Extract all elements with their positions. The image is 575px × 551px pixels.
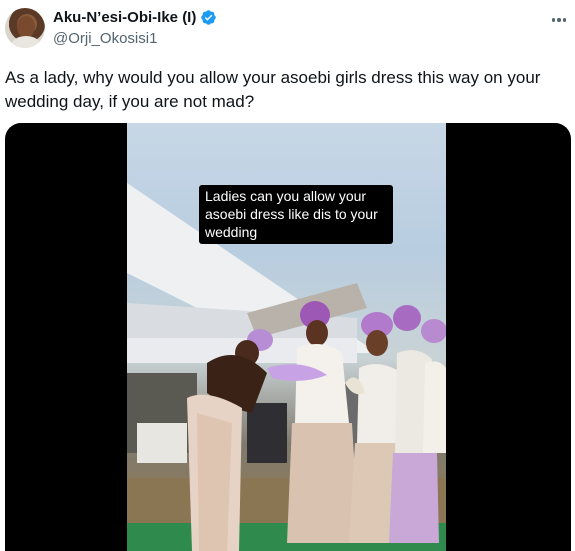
- author-handle[interactable]: @Orji_Okosisi1: [53, 30, 157, 47]
- avatar[interactable]: [5, 8, 45, 48]
- more-options-icon[interactable]: [549, 10, 569, 30]
- video-player[interactable]: Ladies can you allow your asoebi dress l…: [5, 123, 571, 551]
- author-name-row[interactable]: Aku-N’esi-Obi-Ike (I): [53, 9, 217, 26]
- caption-line: wedding: [205, 224, 258, 240]
- caption-line: Ladies can you allow your: [205, 188, 367, 204]
- video-caption: Ladies can you allow your asoebi dress l…: [199, 185, 393, 244]
- video-frame[interactable]: Ladies can you allow your asoebi dress l…: [127, 123, 446, 551]
- verified-badge-icon: [201, 10, 217, 25]
- caption-line: asoebi dress like dis to your: [205, 206, 378, 222]
- author-display-name[interactable]: Aku-N’esi-Obi-Ike (I): [53, 9, 196, 26]
- tweet-header: Aku-N’esi-Obi-Ike (I) @Orji_Okosisi1: [0, 0, 575, 56]
- tweet-text: As a lady, why would you allow your asoe…: [5, 68, 541, 111]
